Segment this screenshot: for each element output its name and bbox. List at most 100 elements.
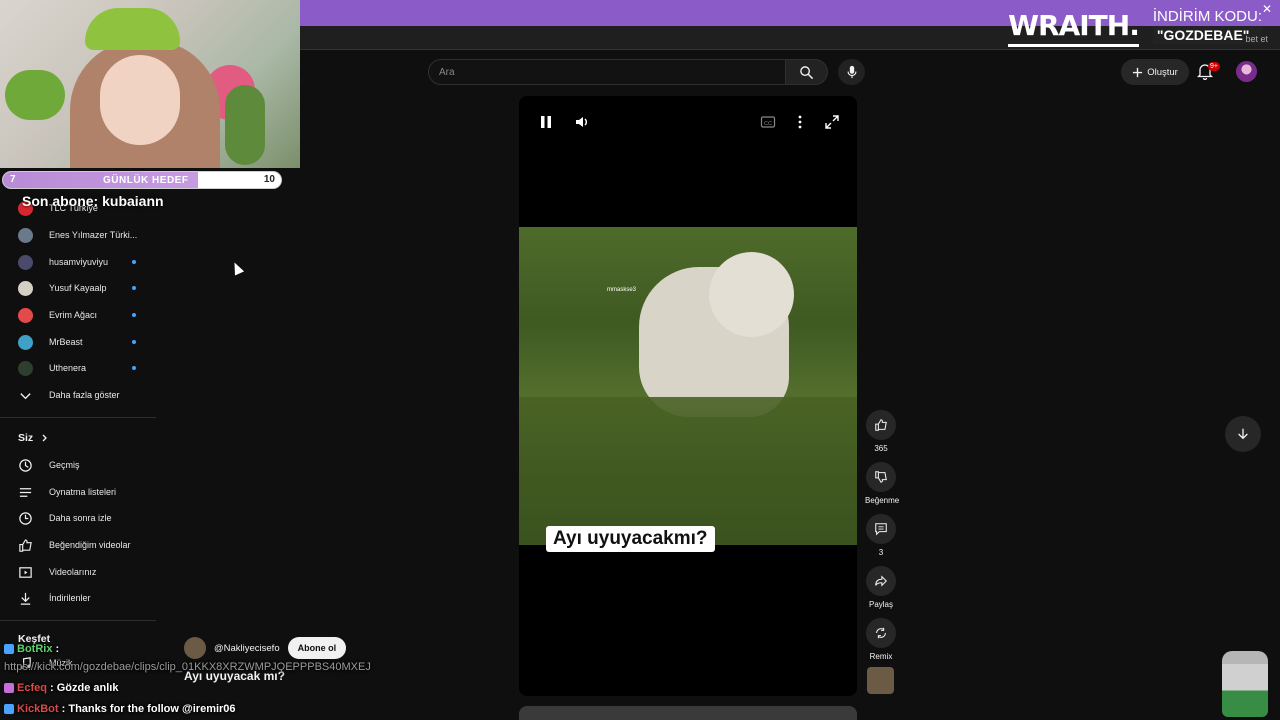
sidebar: TLC Türkiye Enes Yılmazer Türki... husam… <box>0 195 156 720</box>
comments-button[interactable]: 3 <box>865 514 897 557</box>
sidebar-item-your-videos[interactable]: Videolarınız <box>18 562 148 582</box>
playlist-icon <box>19 487 32 497</box>
sound-channel-thumbnail[interactable] <box>867 667 894 694</box>
sidebar-item-history[interactable]: Geçmiş <box>18 455 148 475</box>
promo-line: İNDİRİM KODU: <box>1152 8 1262 25</box>
channel-avatar[interactable] <box>184 637 206 659</box>
voice-search-button[interactable] <box>838 59 865 85</box>
video-watermark: mmaskse3 <box>607 287 637 293</box>
close-icon[interactable]: ✕ <box>1262 2 1272 16</box>
sidebar-divider <box>0 620 156 621</box>
sidebar-item-playlists[interactable]: Oynatma listeleri <box>18 482 148 502</box>
grass-foreground <box>519 397 857 545</box>
shorts-player[interactable]: CC mmaskse3 Ayı uyuyacakmı? <box>519 96 857 696</box>
channel-avatar <box>18 280 33 296</box>
sidebar-subscription[interactable]: Uthenera <box>18 358 148 378</box>
sidebar-item-label: Daha sonra izle <box>49 513 112 523</box>
channel-avatar <box>18 227 33 243</box>
sidebar-item-downloads[interactable]: İndirilenler <box>18 588 148 608</box>
sponsor-brand: WRAITH. <box>1008 8 1140 47</box>
channel-avatar <box>18 360 33 376</box>
sidebar-subscription[interactable]: Enes Yılmazer Türki... <box>18 225 148 245</box>
channel-avatar <box>18 307 33 323</box>
sidebar-item-liked-videos[interactable]: Beğendiğim videolar <box>18 535 148 555</box>
dislike-label: Beğenme <box>865 496 900 505</box>
share-button[interactable]: Paylaş <box>865 566 897 609</box>
search-icon <box>800 65 814 79</box>
plant <box>225 85 265 165</box>
like-button[interactable]: 365 <box>865 410 897 453</box>
channel-name[interactable]: @Nakliyecisefo <box>214 643 280 654</box>
sidebar-item-label: Geçmiş <box>49 460 80 470</box>
sidebar-item-watch-later[interactable]: Daha sonra izle <box>18 508 148 528</box>
tip-jar-overlay <box>1222 651 1268 717</box>
create-button[interactable]: Oluştur <box>1121 59 1189 85</box>
fullscreen-icon[interactable] <box>824 114 840 130</box>
microphone-icon <box>846 65 857 79</box>
sponsor-tiny-text: bet et <box>1245 34 1268 44</box>
like-count: 365 <box>874 444 888 453</box>
mouse-cursor <box>229 260 245 276</box>
bot-badge-icon <box>4 644 14 655</box>
sidebar-divider <box>0 417 156 418</box>
chat-separator: : <box>46 682 57 694</box>
watch-later-icon <box>19 511 32 525</box>
subscription-name: Enes Yılmazer Türki... <box>49 230 138 240</box>
captions-icon[interactable]: CC <box>760 114 776 130</box>
channel-avatar <box>18 254 33 270</box>
sidebar-item-label: Oynatma listeleri <box>49 487 117 497</box>
chat-message: KickBot : Thanks for the follow @iremir0… <box>4 703 236 715</box>
video-caption: Ayı uyuyacakmı? <box>546 526 715 552</box>
subscribe-button[interactable]: Abone ol <box>287 637 347 659</box>
subscription-name: Evrim Ağacı <box>49 310 98 320</box>
sidebar-subscription[interactable]: MrBeast <box>18 332 148 352</box>
share-label: Paylaş <box>868 600 893 609</box>
subscription-name: husamviyuviyu <box>49 257 109 267</box>
remix-button[interactable]: Remix <box>865 618 897 661</box>
remix-icon <box>876 627 886 639</box>
search-input[interactable]: Ara <box>428 59 786 85</box>
sidebar-subscription[interactable]: Yusuf Kayaalp <box>18 278 148 298</box>
subscription-name: Yusuf Kayaalp <box>49 283 107 293</box>
download-icon <box>20 592 31 605</box>
chat-username: BotRix <box>17 643 53 655</box>
chat-username: KickBot <box>17 703 59 715</box>
chevron-down-icon <box>20 392 31 399</box>
short-channel-row: @Nakliyecisefo Abone ol <box>184 637 347 659</box>
plush-toy <box>5 70 65 120</box>
like-icon <box>19 538 32 552</box>
dislike-button[interactable]: Beğenme <box>865 462 900 505</box>
plus-icon <box>1133 67 1143 77</box>
chat-username: Ecfeq <box>17 682 47 694</box>
next-short-button[interactable] <box>1225 416 1261 452</box>
search-button[interactable] <box>786 59 828 85</box>
show-more-button[interactable]: Daha fazla göster <box>18 385 148 405</box>
new-content-dot <box>132 366 136 370</box>
goal-label: GÜNLÜK HEDEF <box>103 175 189 186</box>
new-content-dot <box>132 313 136 317</box>
volume-icon[interactable] <box>574 114 590 130</box>
you-section-heading[interactable]: Siz <box>18 432 49 444</box>
pause-icon[interactable] <box>538 114 554 130</box>
share-icon <box>875 575 887 587</box>
chat-separator: : <box>58 703 69 715</box>
sidebar-subscription[interactable]: Evrim Ağacı <box>18 305 148 325</box>
thumbs-down-icon <box>875 471 887 483</box>
your-videos-icon <box>19 566 32 578</box>
last-subscriber-overlay: Son abone: kubaiann <box>22 193 164 209</box>
account-avatar[interactable] <box>1236 61 1257 82</box>
bot-badge-icon <box>4 704 14 715</box>
remix-label: Remix <box>869 652 893 661</box>
next-short-preview[interactable] <box>519 706 857 720</box>
history-icon <box>19 458 32 472</box>
notifications-button[interactable]: 9+ <box>1196 62 1220 82</box>
you-heading-label: Siz <box>18 432 34 444</box>
comment-icon <box>875 523 887 536</box>
channel-avatar <box>18 334 33 350</box>
sidebar-subscription[interactable]: husamviyuviyu <box>18 252 148 272</box>
chat-text: Gözde anlık <box>56 682 119 694</box>
new-content-dot <box>132 260 136 264</box>
sub-badge-icon <box>4 683 14 694</box>
more-options-icon[interactable] <box>792 114 808 130</box>
new-content-dot <box>132 340 136 344</box>
